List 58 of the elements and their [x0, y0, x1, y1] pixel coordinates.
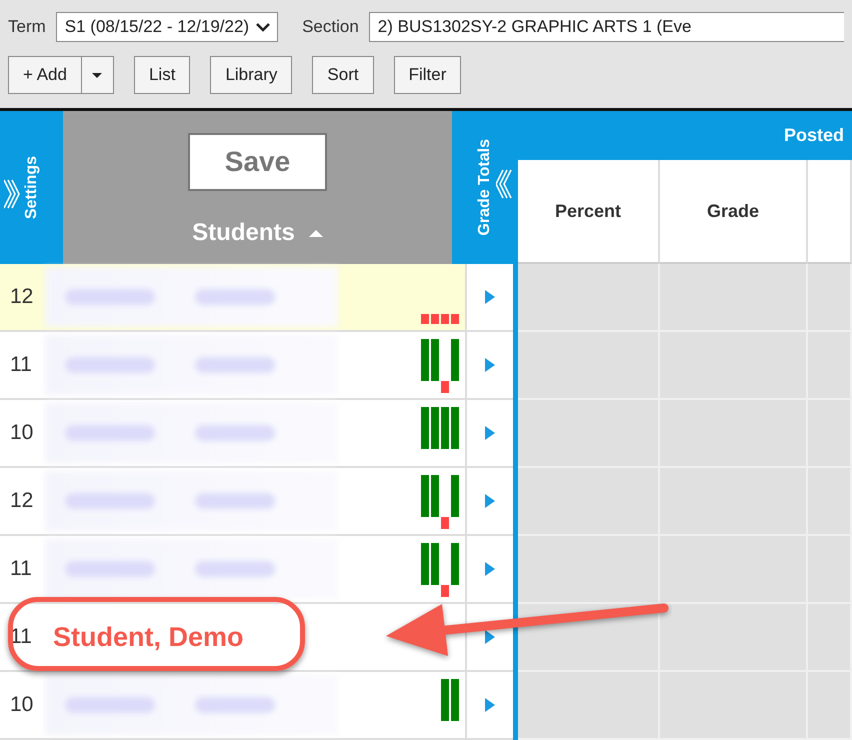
caret-down-icon	[91, 72, 104, 78]
toolbar-button[interactable]: List	[134, 56, 190, 94]
status-bar	[431, 339, 439, 381]
expand-arrow-icon[interactable]	[485, 290, 495, 304]
section-label: Section	[302, 17, 359, 37]
expand-arrow-icon[interactable]	[485, 630, 495, 644]
expand-arrow-icon[interactable]	[485, 698, 495, 712]
status-bar	[451, 339, 459, 381]
status-bar	[451, 679, 459, 721]
grade-level: 12	[9, 489, 34, 513]
student-row[interactable]: 12	[0, 264, 467, 332]
toolbar-button[interactable]: Filter	[394, 56, 462, 94]
status-bar	[441, 679, 449, 721]
status-bar	[421, 475, 429, 517]
term-label: Term	[8, 17, 46, 37]
save-button[interactable]: Save	[188, 133, 327, 192]
chevron-down-icon	[255, 22, 272, 32]
status-bar	[451, 475, 459, 517]
status-bar	[451, 407, 459, 449]
sort-up-icon	[308, 229, 323, 238]
add-button[interactable]: + Add	[8, 56, 82, 94]
chevron-left-icon[interactable]	[496, 167, 512, 202]
student-row[interactable]: 10	[0, 400, 467, 468]
chevron-right-icon[interactable]	[4, 177, 20, 212]
dropdown-button[interactable]	[82, 56, 114, 94]
grade-level: 11	[9, 353, 33, 377]
posted-header: Posted	[784, 125, 844, 146]
grade-level: 11	[9, 625, 33, 649]
status-bar	[431, 407, 439, 449]
status-bar	[421, 339, 429, 381]
missing-flag	[441, 381, 449, 393]
grade-level: 11	[9, 557, 33, 581]
expand-arrow-icon[interactable]	[485, 358, 495, 372]
status-bar	[451, 543, 459, 585]
grade-level: 12	[9, 285, 34, 309]
grade-level: 10	[9, 421, 34, 445]
expand-arrow-icon[interactable]	[485, 494, 495, 508]
student-row[interactable]: 11	[0, 536, 467, 604]
grade-cell	[808, 264, 852, 332]
status-bar	[441, 407, 449, 449]
student-row[interactable]: 12	[0, 468, 467, 536]
toolbar-button[interactable]: Library	[210, 56, 292, 94]
column-header[interactable]: Percent	[518, 160, 660, 264]
status-bar	[431, 475, 439, 517]
status-bar	[421, 407, 429, 449]
missing-flag	[441, 585, 449, 597]
student-row[interactable]: 11	[0, 332, 467, 400]
missing-flag	[441, 517, 449, 529]
status-bar	[421, 543, 429, 585]
column-header[interactable]: Grade	[660, 160, 808, 264]
expand-arrow-icon[interactable]	[485, 426, 495, 440]
student-row[interactable]: 10	[0, 672, 467, 740]
section-select[interactable]: 2) BUS1302SY-2 GRAPHIC ARTS 1 (Eve	[368, 12, 844, 42]
expand-arrow-icon[interactable]	[485, 562, 495, 576]
term-select[interactable]: S1 (08/15/22 - 12/19/22)	[56, 12, 278, 42]
grade-level: 10	[9, 693, 34, 717]
toolbar-button[interactable]: Sort	[312, 56, 374, 94]
status-bar	[431, 543, 439, 585]
